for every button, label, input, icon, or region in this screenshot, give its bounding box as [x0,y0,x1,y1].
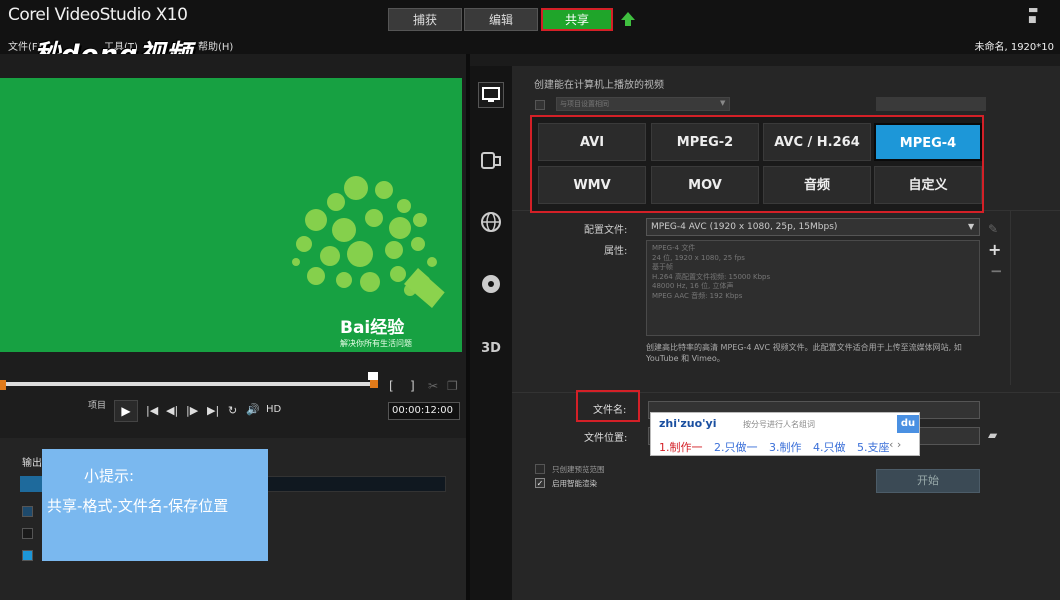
ime-du-icon[interactable]: du [897,415,919,433]
separator [1010,210,1011,385]
format-audio[interactable]: 音频 [763,166,871,204]
share-type-sidebar: 3D [470,66,512,600]
restore-icon[interactable]: ■ [1028,15,1037,25]
project-mode-label[interactable]: 项目 [88,398,106,411]
app-title: Corel VideoStudio X10 [8,5,188,25]
mark-in-button[interactable]: [ [389,379,394,393]
upload-arrow-stem [625,20,631,26]
format-avc-h264[interactable]: AVC / H.264 [763,123,871,161]
format-avi[interactable]: AVI [538,123,646,161]
tab-capture[interactable]: 捕获 [388,8,462,31]
baidu-bubbles-graphic [292,176,449,308]
tip-title: 小提示: [84,467,135,485]
property-line: 24 位, 1920 x 1080, 25 fps [652,253,745,262]
upload-arrow-icon[interactable] [621,12,635,20]
preview-range-label: 只创建预览范围 [552,465,605,474]
ime-page-arrows[interactable]: ‹ › [889,438,901,451]
disc-icon[interactable] [478,272,504,298]
tab-share[interactable]: 共享 [541,8,613,31]
next-frame-icon[interactable]: |▶ [186,404,198,417]
profile-select[interactable]: MPEG-4 AVC (1920 x 1080, 25p, 15Mbps) [646,218,980,236]
share-heading: 创建能在计算机上播放的视频 [534,80,664,91]
remove-profile-icon[interactable]: − [990,262,1003,280]
ime-candidate[interactable]: 4.只做 [813,441,846,454]
format-wmv[interactable]: WMV [538,166,646,204]
filepath-label: 文件位置: [584,433,628,444]
property-line: 基于帧 [652,263,673,271]
format-mpeg4[interactable]: MPEG-4 [874,123,982,161]
timecode-field[interactable]: 00:00:12:00 [388,402,460,420]
disabled-field [876,97,986,111]
add-profile-icon[interactable]: + [988,240,1001,259]
output-checkbox-2[interactable] [22,528,33,539]
edit-pencil-icon[interactable]: ✎ [988,222,998,236]
preview-window[interactable] [0,78,462,352]
tip-overlay: 小提示: 共享-格式-文件名-保存位置 [42,449,268,561]
computer-icon[interactable] [478,82,504,108]
ime-candidate[interactable]: 3.制作 [769,441,802,454]
ime-hint: 按分号进行人名组词 [743,420,815,429]
preview-scrubber[interactable] [0,382,376,386]
profile-description: 创建高比特率的高清 MPEG-4 AVC 视频文件。此配置文件适合用于上传至流媒… [646,343,962,363]
ime-composition: zhi'zuo'yi [659,417,717,430]
ime-candidate[interactable]: 2.只做一 [714,441,758,454]
same-as-project-checkbox[interactable] [535,100,545,110]
format-mpeg2[interactable]: MPEG-2 [651,123,759,161]
folder-icon[interactable]: ▰ [988,428,997,442]
ime-candidate[interactable]: 1.制作一 [659,441,703,454]
smart-render-checkbox[interactable]: ✓ [535,478,545,488]
properties-label: 属性: [604,246,628,257]
chevron-down-icon: ▼ [968,222,975,231]
hd-icon[interactable]: HD [266,404,281,415]
output-checkbox-1[interactable] [22,506,33,517]
tip-body: 共享-格式-文件名-保存位置 [47,497,229,515]
ime-candidate-window: zhi'zuo'yi 按分号进行人名组词 du 1.制作一 2.只做一 3.制作… [650,412,920,456]
filename-label: 文件名: [593,405,627,416]
baidu-slogan: 解决你所有生活问题 [340,339,412,348]
same-as-project-select[interactable]: 与项目设置相同 [556,97,730,111]
format-custom[interactable]: 自定义 [874,166,982,204]
ime-candidates: 1.制作一 2.只做一 3.制作 4.只做 5.支座 [659,439,898,455]
web-icon[interactable] [478,210,504,236]
property-line: H.264 高配置文件视频: 15000 Kbps [652,272,771,281]
properties-box: MPEG-4 文件 24 位, 1920 x 1080, 25 fps 基于帧 … [646,240,980,336]
start-button[interactable]: 开始 [876,469,980,493]
home-icon[interactable]: |◀ [146,404,158,417]
3d-icon[interactable]: 3D [478,336,504,362]
baidu-logo: Bai经验 [340,318,405,338]
property-line: MPEG-4 文件 [652,244,696,252]
preview-range-checkbox[interactable] [535,464,545,474]
ime-candidate[interactable]: 5.支座 [857,441,890,454]
scissors-icon[interactable]: ✂ [428,379,438,393]
profile-label: 配置文件: [584,225,628,236]
chevron-down-icon: ▼ [720,99,726,107]
format-grid: AVI MPEG-2 AVC / H.264 MPEG-4 WMV MOV 音频… [530,115,984,213]
tab-edit[interactable]: 编辑 [464,8,538,31]
format-mov[interactable]: MOV [651,166,759,204]
output-checkbox-3[interactable] [22,550,33,561]
smart-render-label: 启用智能渲染 [552,479,597,488]
device-icon[interactable] [478,148,504,174]
mark-out-button[interactable]: ] [410,379,415,393]
copy-icon[interactable]: ❐ [447,379,458,393]
menu-help[interactable]: 帮助(H) [198,38,233,53]
playhead[interactable] [368,372,378,380]
previous-frame-icon[interactable]: ◀| [166,404,178,417]
end-icon[interactable]: ▶| [207,404,219,417]
play-button[interactable]: ▶ [114,400,138,422]
property-line: 48000 Hz, 16 位, 立体声 [652,282,734,290]
output-label: 输出 [22,458,42,469]
repeat-icon[interactable]: ↻ [228,404,237,417]
trim-in-handle[interactable] [0,380,6,390]
volume-icon[interactable]: 🔊 [246,403,260,416]
project-info: 未命名, 1920*10 [974,42,1054,53]
property-line: MPEG AAC 音频: 192 Kbps [652,291,743,300]
